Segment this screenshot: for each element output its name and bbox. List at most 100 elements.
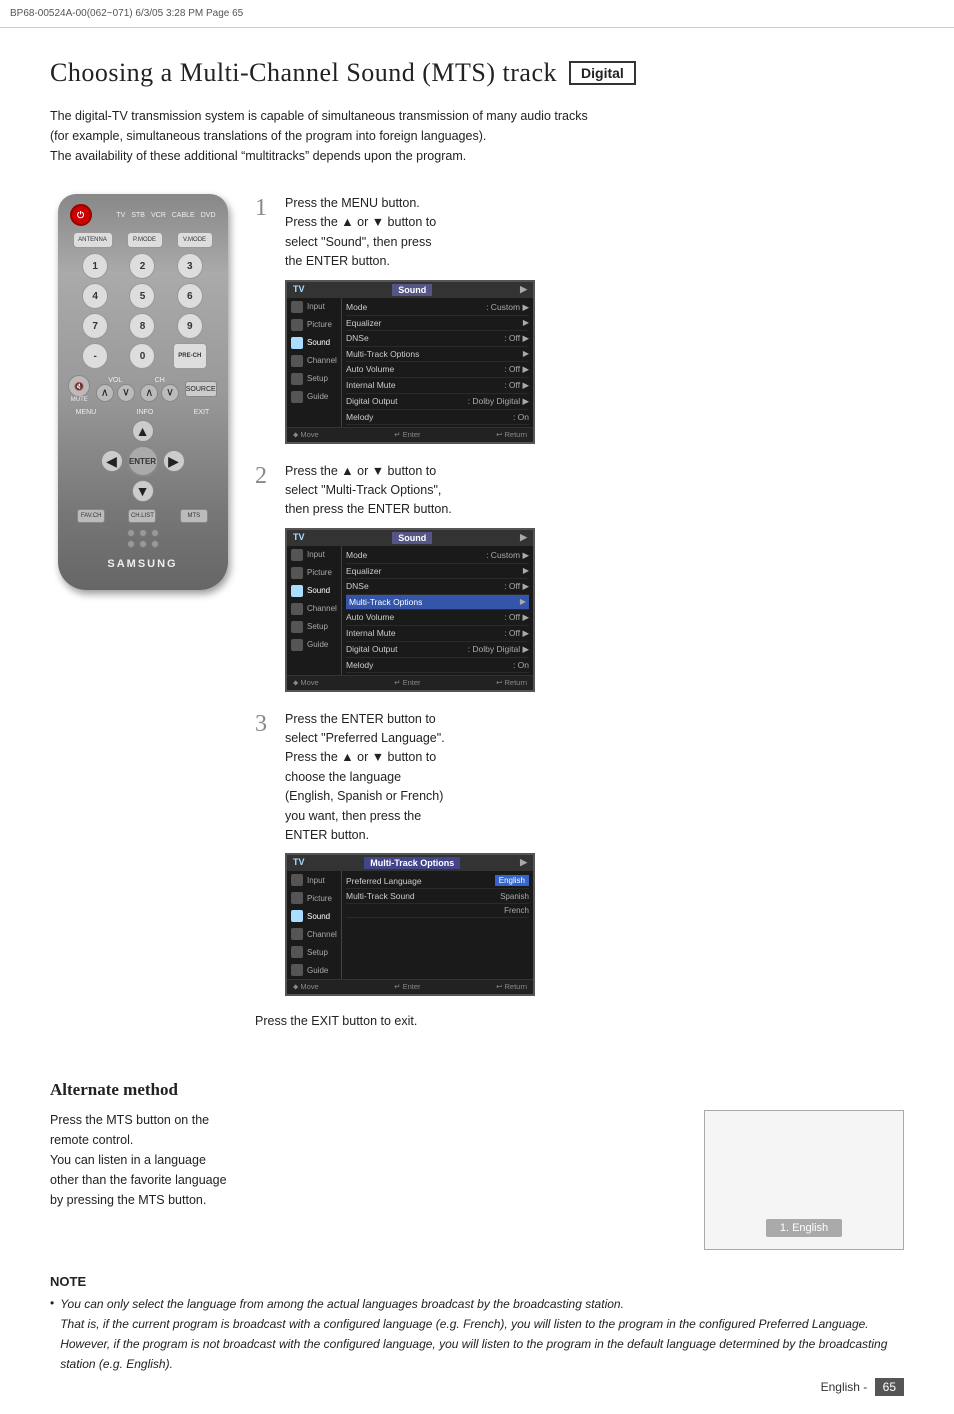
nav-up-row: ▲ (132, 420, 154, 442)
antenna-button[interactable]: ANTENNA (73, 232, 113, 248)
s2-setup-icon (291, 621, 303, 633)
samsung-logo: SAMSUNG (66, 558, 220, 570)
vol-label: VOL (96, 377, 135, 384)
s2-setup: Setup (287, 618, 341, 636)
digital-badge: Digital (569, 61, 636, 85)
num-2[interactable]: 2 (129, 253, 155, 279)
s3-setup: Setup (287, 943, 341, 961)
ch-down-button[interactable]: ∧ (140, 384, 158, 402)
step-1-content: Press the MENU button. Press the ▲ or ▼ … (285, 194, 904, 444)
sidebar-sound-icon (291, 337, 303, 349)
vol-down-button[interactable]: ∧ (96, 384, 114, 402)
dot-grid (66, 529, 220, 548)
alternate-method-title: Alternate method (50, 1080, 904, 1100)
vmode-button[interactable]: V.MODE (177, 232, 213, 248)
note-text: You can only select the language from am… (60, 1295, 904, 1374)
tv-screen-3: TV Multi-Track Options ▶ Input Picture S… (285, 853, 535, 996)
sidebar-picture-icon (291, 319, 303, 331)
favch-button[interactable]: FAV.CH (77, 509, 105, 523)
nav-top-labels: MENU INFO EXIT (66, 409, 220, 416)
s3-input-icon (291, 874, 303, 886)
ch-up-button[interactable]: ∧ (161, 384, 179, 402)
s2-channel: Channel (287, 600, 341, 618)
num-5[interactable]: 5 (129, 283, 155, 309)
num-8[interactable]: 8 (129, 313, 155, 339)
step-3-content: Press the ENTER button to select "Prefer… (285, 710, 904, 997)
s3-input: Input (287, 871, 341, 889)
prech-button[interactable]: PRE-CH (173, 343, 207, 369)
s3-setup-icon (291, 946, 303, 958)
chlist-button[interactable]: CH.LIST (128, 509, 156, 523)
tv-row-dnse: DNSe: Off ▶ (346, 331, 529, 347)
s2-row-multitrack-highlighted: Multi-Track Options▶ (346, 595, 529, 610)
tv-row-equalizer: Equalizer▶ (346, 316, 529, 331)
spanish-option: Spanish (500, 892, 529, 901)
num-0[interactable]: 0 (129, 343, 155, 369)
s2-row-digitaloutput: Digital Output: Dolby Digital ▶ (346, 642, 529, 658)
arrow-right-2: ▶ (520, 532, 527, 544)
dot (127, 529, 135, 537)
s2-row-dnse: DNSe: Off ▶ (346, 579, 529, 595)
num-7[interactable]: 7 (82, 313, 108, 339)
nav-down-button[interactable]: ▼ (132, 480, 154, 502)
num-dash[interactable]: - (82, 343, 108, 369)
sound-label: Sound (392, 284, 432, 296)
remote-control: ⏻ TV STB VCR CABLE DVD ANTENNA P.MODE V.… (58, 194, 228, 590)
tv-screen2-header: TV Sound ▶ (287, 530, 533, 546)
intro-text: The digital-TV transmission system is ca… (50, 106, 870, 166)
intro-line1: The digital-TV transmission system is ca… (50, 106, 870, 126)
english-badge: 1. English (766, 1219, 842, 1237)
nav-cluster: MENU INFO EXIT ▲ ◀ ENTER ▶ (66, 409, 220, 503)
alternate-method-screen: 1. English (704, 1110, 904, 1250)
main-layout: ⏻ TV STB VCR CABLE DVD ANTENNA P.MODE V.… (50, 194, 904, 1052)
s2-input-icon (291, 549, 303, 561)
sidebar-setup-icon (291, 373, 303, 385)
tv-sidebar-2: Input Picture Sound Channel Setup Guide (287, 546, 342, 675)
s2-picture: Picture (287, 564, 341, 582)
tv-row-melody: Melody: On (346, 410, 529, 425)
s3-picture-icon (291, 892, 303, 904)
sidebar-guide: Guide (287, 388, 341, 406)
sidebar-channel: Channel (287, 352, 341, 370)
title-row: Choosing a Multi-Channel Sound (MTS) tra… (50, 58, 904, 88)
numpad: 1 2 3 4 5 6 7 8 9 - 0 PRE-CH (66, 253, 220, 369)
step-1: 1 Press the MENU button. Press the ▲ or … (255, 194, 904, 444)
pmode-button[interactable]: P.MODE (127, 232, 163, 248)
s2-row-autovolume: Auto Volume: Off ▶ (346, 610, 529, 626)
nav-up-button[interactable]: ▲ (132, 420, 154, 442)
tv-row-mode: Mode: Custom ▶ (346, 300, 529, 316)
nav-right-button[interactable]: ▶ (163, 450, 185, 472)
mts-button[interactable]: MTS (180, 509, 208, 523)
tv-screen3-header: TV Multi-Track Options ▶ (287, 855, 533, 871)
intro-line3: The availability of these additional “mu… (50, 146, 870, 166)
sidebar-channel-icon (291, 355, 303, 367)
s3-sound: Sound (287, 907, 341, 925)
num-9[interactable]: 9 (177, 313, 203, 339)
source-button[interactable]: SOURCE (185, 381, 217, 397)
english-option: English (495, 875, 529, 886)
s3-channel-icon (291, 928, 303, 940)
step-2: 2 Press the ▲ or ▼ button to select "Mul… (255, 462, 904, 692)
dot-row-2 (127, 540, 159, 548)
s3-row-preferred: Preferred Language English (346, 873, 529, 889)
s3-channel: Channel (287, 925, 341, 943)
num-1[interactable]: 1 (82, 253, 108, 279)
nav-left-button[interactable]: ◀ (101, 450, 123, 472)
num-3[interactable]: 3 (177, 253, 203, 279)
s3-guide-icon (291, 964, 303, 976)
vol-up-button[interactable]: ∧ (117, 384, 135, 402)
mute-button[interactable]: 🔇 (68, 375, 90, 397)
step-1-text: Press the MENU button. Press the ▲ or ▼ … (285, 194, 904, 272)
exit-note: Press the EXIT button to exit. (255, 1014, 904, 1028)
sidebar-setup: Setup (287, 370, 341, 388)
num-4[interactable]: 4 (82, 283, 108, 309)
tv-body-1: Input Picture Sound Channel Setup Guide … (287, 298, 533, 427)
s2-picture-icon (291, 567, 303, 579)
nav-enter-button[interactable]: ENTER (127, 445, 159, 477)
num-6[interactable]: 6 (177, 283, 203, 309)
s2-sound-icon (291, 585, 303, 597)
power-button[interactable]: ⏻ (70, 204, 92, 226)
dot (139, 540, 147, 548)
dot (139, 529, 147, 537)
tv-label-2: TV (293, 532, 305, 544)
